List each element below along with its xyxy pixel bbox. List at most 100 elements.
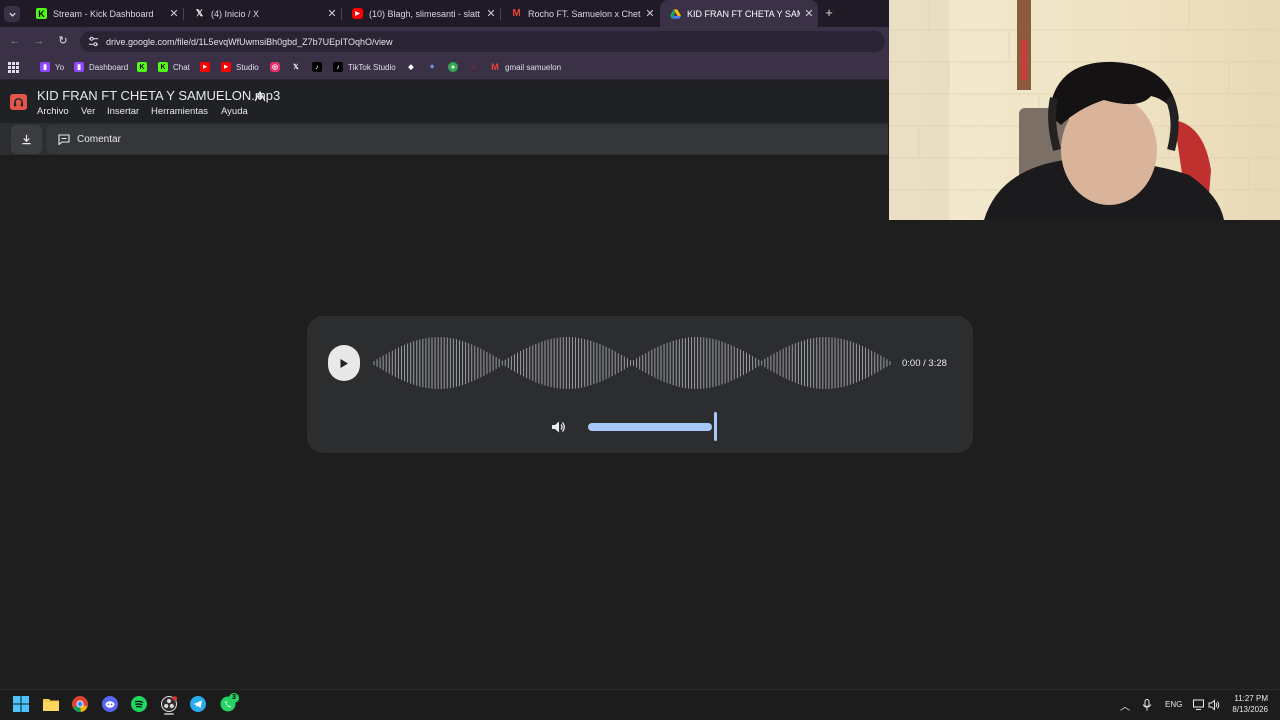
- close-icon[interactable]: ✕: [482, 7, 500, 20]
- webcam-overlay: [889, 0, 1280, 220]
- drive-icon: [670, 8, 681, 19]
- chrome-web-icon: ●: [448, 62, 458, 72]
- tab-drive-active[interactable]: KID FRAN FT CHETA Y SAMUEL ✕: [660, 0, 818, 27]
- menu-ayuda[interactable]: Ayuda: [221, 106, 248, 117]
- kick-icon: K: [137, 62, 147, 72]
- time-readout: 0:00 / 3:28: [902, 358, 947, 369]
- address-bar[interactable]: drive.google.com/file/d/1L5evqWfUwmsiBh0…: [80, 31, 885, 52]
- spotify-icon[interactable]: [129, 694, 149, 714]
- comment-button[interactable]: Comentar: [46, 125, 888, 154]
- active-app-indicator: [164, 713, 174, 715]
- menu-herramientas[interactable]: Herramientas: [151, 106, 208, 117]
- bookmark-studio[interactable]: ▶ Studio: [221, 60, 259, 74]
- bookmark-x[interactable]: 𝕏: [291, 60, 306, 74]
- forward-button[interactable]: →: [31, 33, 47, 49]
- bookmark-yo[interactable]: ▮ Yo: [40, 60, 64, 74]
- speaker-icon[interactable]: [1208, 698, 1220, 716]
- obs-icon[interactable]: [159, 694, 179, 714]
- windows-start-icon[interactable]: [11, 694, 31, 714]
- twitch-icon: ▮: [40, 62, 50, 72]
- back-button[interactable]: ←: [7, 33, 23, 49]
- close-icon[interactable]: ✕: [323, 7, 341, 20]
- play-icon: [340, 358, 348, 368]
- x-icon: 𝕏: [293, 64, 299, 71]
- waveform-seek-bar[interactable]: [372, 336, 892, 390]
- comment-icon: [58, 134, 70, 145]
- shared-drive-icon[interactable]: [254, 89, 266, 102]
- volume-slider-thumb[interactable]: [714, 412, 717, 441]
- chrome-icon[interactable]: [70, 694, 90, 714]
- microphone-icon[interactable]: [1142, 698, 1152, 716]
- download-button[interactable]: [11, 125, 42, 154]
- tiktok-icon: ♪: [333, 62, 343, 72]
- language-indicator[interactable]: ENG: [1165, 700, 1182, 709]
- bookmark-gmail-samuelon[interactable]: Mgmail samuelon: [490, 60, 561, 74]
- apps-grid-icon[interactable]: [8, 60, 19, 74]
- tab-gmail[interactable]: M Rocho FT. Samuelon x Cheta Re ✕: [501, 0, 659, 27]
- tab-x-inicio[interactable]: 𝕏 (4) Inicio / X ✕: [184, 0, 341, 27]
- chevron-up-icon[interactable]: ︿: [1120, 698, 1130, 713]
- bookmark-opera[interactable]: ○: [469, 60, 484, 74]
- bookmark-web[interactable]: ●: [448, 60, 463, 74]
- gmail-icon: M: [491, 62, 499, 72]
- menu-insertar[interactable]: Insertar: [107, 106, 139, 117]
- x-icon: 𝕏: [195, 8, 204, 18]
- volume-button[interactable]: [550, 419, 566, 435]
- volume-fill: [588, 423, 712, 431]
- volume-icon: [552, 421, 565, 433]
- file-explorer-icon[interactable]: [41, 694, 61, 714]
- youtube-icon: ▶: [200, 62, 210, 72]
- new-tab-button[interactable]: +: [822, 5, 836, 21]
- webcam-image: [889, 0, 1280, 220]
- tab-title: (10) Blagh, slimesanti - slatt (Vi: [369, 8, 482, 19]
- opera-icon: ○: [471, 63, 477, 71]
- twitch-icon: ▮: [74, 62, 84, 72]
- bookmark-chat[interactable]: K Chat: [158, 60, 190, 74]
- whatsapp-badge: 3: [229, 693, 239, 703]
- telegram-icon[interactable]: [188, 694, 208, 714]
- tiktok-icon: ♪: [312, 62, 322, 72]
- close-icon[interactable]: ✕: [800, 7, 818, 20]
- discord-icon[interactable]: [100, 694, 120, 714]
- tab-title: (4) Inicio / X: [211, 8, 260, 19]
- bookmark-kick[interactable]: K: [137, 60, 152, 74]
- reload-button[interactable]: ↻: [55, 33, 71, 49]
- youtube-icon: ▶: [352, 8, 363, 19]
- tab-search-button[interactable]: [4, 6, 20, 22]
- comment-label: Comentar: [77, 134, 121, 145]
- bookmark-youtube[interactable]: ▶: [200, 60, 215, 74]
- gemini-icon: ✦: [429, 64, 435, 71]
- download-icon: [22, 134, 31, 145]
- bookmark-tiktok[interactable]: ♪: [312, 60, 327, 74]
- menu-archivo[interactable]: Archivo: [37, 106, 69, 117]
- instagram-icon: ◎: [270, 62, 280, 72]
- youtube-icon: ▶: [221, 62, 231, 72]
- site-info-icon[interactable]: [88, 36, 99, 47]
- gmail-icon: M: [512, 8, 521, 19]
- network-icon[interactable]: [1193, 698, 1205, 716]
- tab-youtube[interactable]: ▶ (10) Blagh, slimesanti - slatt (Vi ✕: [342, 0, 500, 27]
- file-title: KID FRAN FT CHETA Y SAMUELON.mp3: [37, 88, 281, 103]
- menu-ver[interactable]: Ver: [81, 106, 95, 117]
- tab-kick-dashboard[interactable]: K Stream - Kick Dashboard ✕: [26, 0, 183, 27]
- audio-file-icon: [10, 94, 27, 110]
- bookmark-gemini[interactable]: ✦: [427, 60, 442, 74]
- bookmark-diamond[interactable]: ◆: [406, 60, 421, 74]
- bookmark-dashboard[interactable]: ▮ Dashboard: [74, 60, 128, 74]
- clock-date[interactable]: 8/13/2026: [1229, 705, 1268, 714]
- url-text: drive.google.com/file/d/1L5evqWfUwmsiBh0…: [106, 36, 393, 47]
- tab-title: KID FRAN FT CHETA Y SAMUEL: [687, 8, 800, 19]
- kick-icon: K: [158, 62, 168, 72]
- kick-icon: K: [36, 8, 47, 19]
- close-icon[interactable]: ✕: [641, 7, 659, 20]
- close-icon[interactable]: ✕: [165, 7, 183, 20]
- play-button[interactable]: [328, 345, 360, 381]
- tab-title: Rocho FT. Samuelon x Cheta Re: [528, 8, 641, 19]
- bookmark-instagram[interactable]: ◎: [270, 60, 285, 74]
- volume-slider[interactable]: [588, 423, 712, 431]
- bookmark-tiktok-studio[interactable]: ♪ TikTok Studio: [333, 60, 396, 74]
- diamond-icon: ◆: [408, 64, 414, 71]
- tab-title: Stream - Kick Dashboard: [53, 8, 154, 19]
- chevron-down-icon: [8, 12, 16, 17]
- clock-time[interactable]: 11:27 PM: [1234, 694, 1268, 703]
